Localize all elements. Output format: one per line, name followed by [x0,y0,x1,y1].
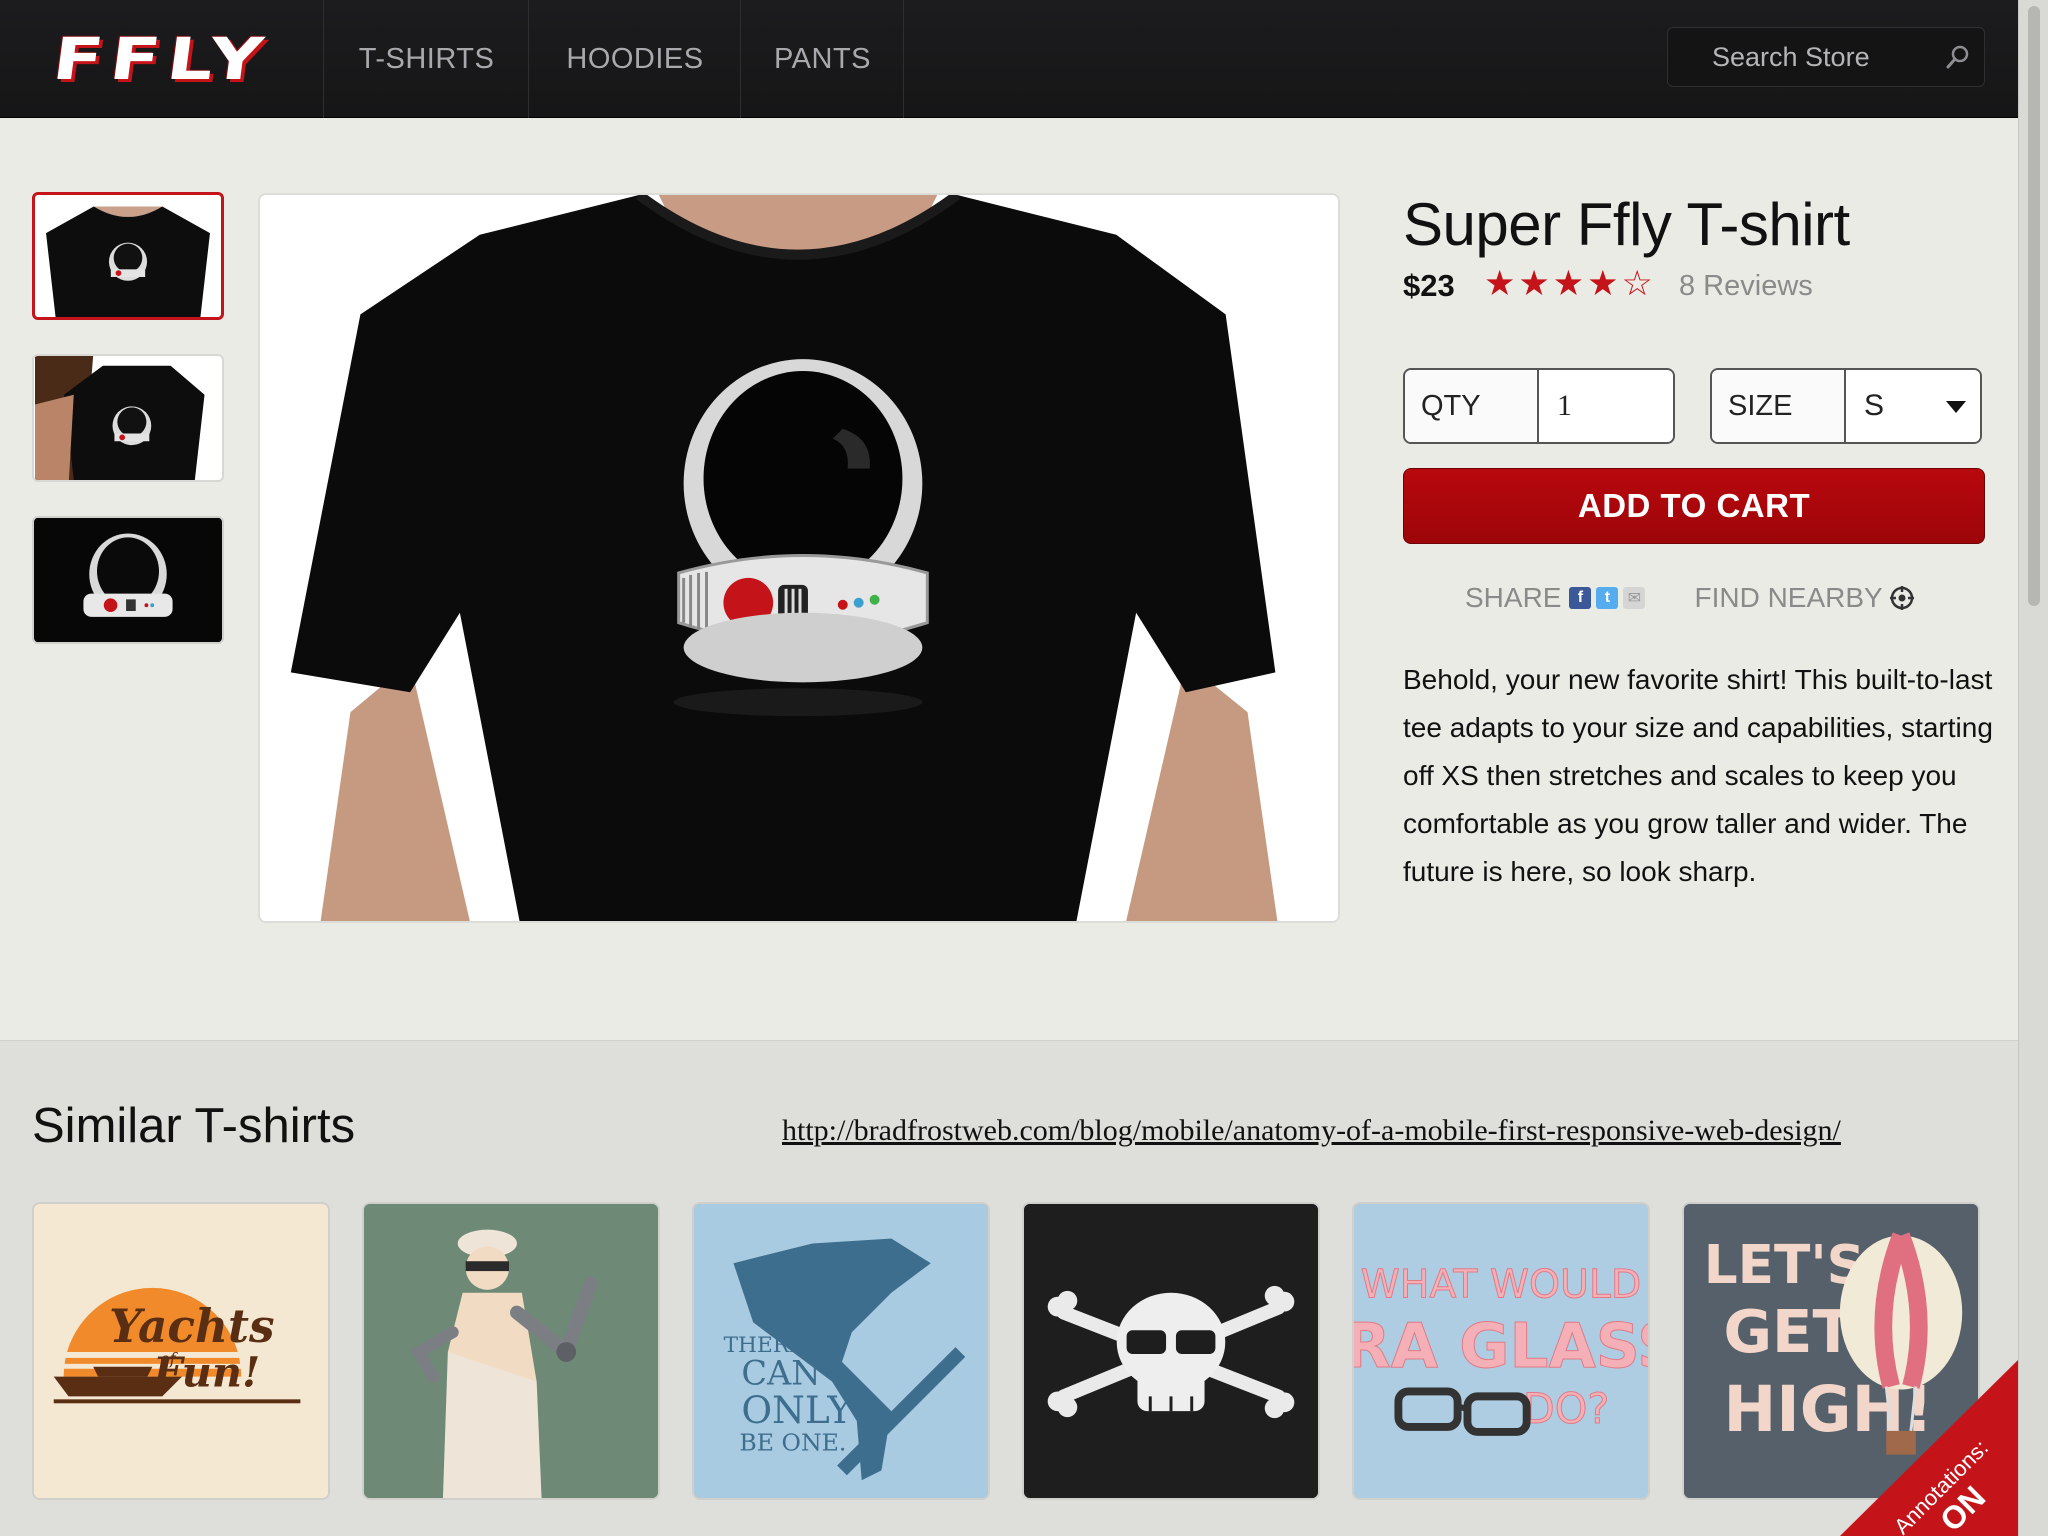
similar-title: Similar T-shirts [32,1099,356,1153]
ira-glass-shirt-image: WHAT WOULD IRA GLASS DO? [1354,1204,1648,1498]
similar-tile-ira-glass[interactable]: WHAT WOULD IRA GLASS DO? [1352,1202,1650,1500]
thumbnail-woman-image [35,356,221,480]
venus-shirt-image [364,1204,658,1498]
thumbnail-front[interactable] [32,192,224,320]
size-select[interactable]: S [1846,370,1980,442]
product-title: Super Ffly T-shirt [1403,191,1850,258]
tile-6-line-2: GET [1723,1297,1853,1366]
product-photo [260,195,1338,921]
tile-1-text: Yachts [109,1299,274,1353]
find-nearby-link[interactable]: FIND NEARBY [1694,582,1914,614]
chevron-down-icon [1946,401,1966,413]
similar-tile-yachts[interactable]: Yachts Fun! of [32,1202,330,1500]
share-label: SHARE [1465,582,1562,613]
top-bar: FFLY T-SHIRTS HOODIES PANTS [0,0,2018,118]
scrollbar[interactable] [2018,0,2048,1536]
similar-tile-venus[interactable] [362,1202,660,1500]
mail-icon[interactable]: ✉ [1623,587,1646,609]
product-main-image[interactable] [258,193,1340,923]
nav-hoodies[interactable]: HOODIES [530,0,741,118]
annotations-banner-graphic: Annotations: ON [1840,1360,2018,1536]
nav-pants[interactable]: PANTS [742,0,904,118]
yachts-shirt-image: Yachts Fun! of [34,1204,328,1498]
thumbnail-helmet[interactable] [32,516,224,644]
tile-5-line-2: IRA GLASS [1354,1311,1648,1382]
thumbnail-woman[interactable] [32,354,224,482]
search-box [1667,27,1985,87]
twitter-icon[interactable]: t [1596,587,1619,609]
scroll-thumb[interactable] [2028,6,2040,606]
reviews-link[interactable]: 8 Reviews [1679,270,1813,303]
tile-3-line-4: BE ONE. [739,1429,846,1457]
rating-stars[interactable]: ★★★★☆ [1484,264,1656,304]
thumbnail-helmet-image [35,518,221,642]
product-price: $23 [1403,268,1455,303]
share-row: SHARE f t ✉ FIND NEARBY [1465,580,1915,616]
search-input[interactable] [1668,28,1938,86]
americas-shirt-image: THERE CAN ONLY BE ONE. [694,1204,988,1498]
qty-label: QTY [1405,370,1539,442]
blog-link[interactable]: http://bradfrostweb.com/blog/mobile/anat… [782,1114,1841,1148]
logo[interactable]: FFLY [0,0,324,118]
qty-input[interactable] [1539,370,1673,442]
tile-6-line-1: LET'S [1704,1234,1865,1296]
logo-text: FFLY [48,25,275,93]
qty-field: QTY [1403,368,1675,444]
skull-shirt-image [1024,1204,1318,1498]
size-label: SIZE [1712,370,1846,442]
crosshair-icon [1889,586,1914,610]
similar-tile-there-can-only-be-one[interactable]: THERE CAN ONLY BE ONE. [692,1202,990,1500]
similar-tile-skull[interactable] [1022,1202,1320,1500]
size-value: S [1864,389,1885,422]
tile-5-line-1: WHAT WOULD [1361,1262,1642,1308]
nav-tshirts[interactable]: T-SHIRTS [325,0,529,118]
add-to-cart-button[interactable]: ADD TO CART [1403,468,1985,544]
search-icon[interactable] [1943,42,1973,72]
thumbnail-front-image [36,195,220,317]
find-nearby-label: FIND NEARBY [1694,582,1883,613]
product-description: Behold, your new favorite shirt! This bu… [1403,664,1993,887]
annotations-banner[interactable]: Annotations: ON [1840,1360,2018,1536]
tile-3-line-2: CAN [741,1354,820,1393]
tile-3-line-3: ONLY [741,1388,853,1432]
size-field: SIZE S [1710,368,1982,444]
tile-5-line-3: DO? [1523,1385,1609,1433]
facebook-icon[interactable]: f [1569,587,1592,609]
